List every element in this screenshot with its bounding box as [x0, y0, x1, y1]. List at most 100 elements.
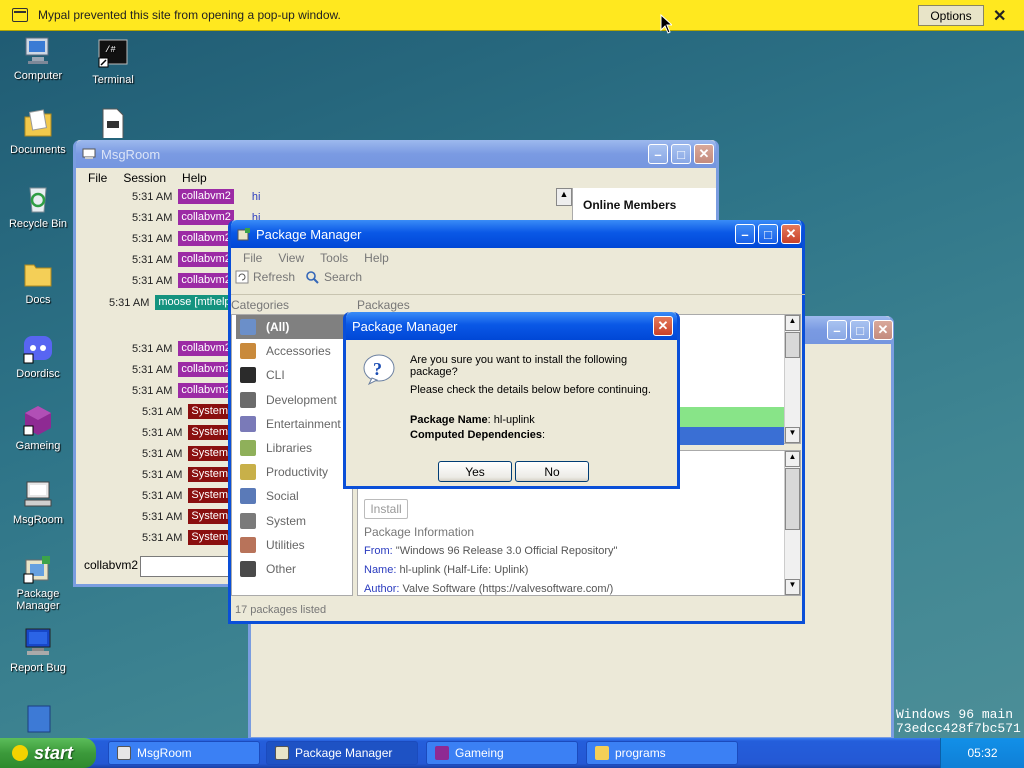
desktop-icon-report-bug[interactable]: Report Bug: [0, 626, 76, 674]
message-row: 5:31 AM collabvm2 hi: [132, 188, 260, 205]
category-social[interactable]: Social: [236, 484, 352, 508]
desktop-icon-documents[interactable]: Documents: [0, 108, 76, 156]
message-user-tag[interactable]: System: [188, 509, 232, 524]
category-icon: [240, 536, 256, 553]
dialog-close-button[interactable]: ✕: [653, 316, 673, 336]
message-row: 5:31 AM System: [142, 529, 232, 546]
task-package-manager[interactable]: Package Manager: [266, 741, 418, 765]
message-user-tag[interactable]: collabvm2: [178, 341, 234, 356]
packages-scrollbar[interactable]: ▲ ▼: [784, 315, 800, 443]
message-user-tag[interactable]: moose [mthelp: [155, 295, 234, 310]
start-button[interactable]: start: [0, 738, 96, 768]
popup-bar-close-icon[interactable]: ✕: [993, 6, 1006, 26]
desktop-icon-terminal[interactable]: /# Terminal: [75, 38, 151, 86]
message-user-tag[interactable]: collabvm2: [178, 362, 234, 377]
category-label: Libraries: [266, 441, 313, 455]
message-user-tag[interactable]: collabvm2: [178, 189, 234, 204]
message-user-tag[interactable]: System: [188, 446, 232, 461]
info-from-label: From:: [364, 545, 393, 557]
message-user-tag[interactable]: collabvm2: [178, 252, 234, 267]
msgroom-titlebar[interactable]: MsgRoom – □ ✕: [76, 140, 716, 168]
msgroom-icon: [22, 478, 54, 510]
category-other[interactable]: Other: [236, 557, 352, 581]
message-user-tag[interactable]: collabvm2: [178, 231, 234, 246]
task-msgroom[interactable]: MsgRoom: [108, 741, 260, 765]
category-icon: [240, 367, 256, 384]
close-button[interactable]: ✕: [694, 144, 714, 164]
desktop-icon-msgroom[interactable]: MsgRoom: [0, 478, 76, 526]
desktop-icon-gameing[interactable]: Gameing: [0, 404, 76, 452]
desktop-icon-recycle-bin[interactable]: Recycle Bin: [0, 182, 76, 230]
menu-help[interactable]: Help: [356, 251, 397, 265]
message-user-tag[interactable]: System: [188, 467, 232, 482]
category-development[interactable]: Development: [236, 388, 352, 412]
dialog-titlebar[interactable]: Package Manager ✕: [346, 312, 677, 340]
popup-blocker-bar: Mypal prevented this site from opening a…: [0, 0, 1024, 31]
message-row: 5:31 AM System: [142, 403, 232, 420]
category-icon: [240, 561, 256, 577]
desktop-icon-unlabeled-file[interactable]: [75, 108, 151, 138]
message-user-tag[interactable]: collabvm2: [178, 383, 234, 398]
message-user-tag[interactable]: System: [188, 530, 232, 545]
desktop-icon-partial[interactable]: [0, 702, 76, 736]
menu-session[interactable]: Session: [115, 171, 174, 185]
category-utilities[interactable]: Utilities: [236, 533, 352, 557]
menu-view[interactable]: View: [270, 251, 312, 265]
categories-list[interactable]: (All) Accessories CLI Development Entertainm…: [231, 314, 353, 596]
category-accessories[interactable]: Accessories: [236, 339, 352, 363]
message-time: 5:31 AM: [132, 384, 173, 397]
maximize-button[interactable]: □: [671, 144, 691, 164]
menu-help[interactable]: Help: [174, 171, 215, 185]
message-user-tag[interactable]: collabvm2: [178, 273, 234, 288]
category-cli[interactable]: CLI: [236, 363, 352, 387]
category-label: (All): [266, 320, 290, 334]
message-user-tag[interactable]: collabvm2: [178, 210, 234, 225]
message-user-tag[interactable]: System: [188, 404, 232, 419]
category-entertainment[interactable]: Entertainment: [236, 412, 352, 436]
message-user-tag[interactable]: System: [188, 425, 232, 440]
menu-file[interactable]: File: [80, 171, 115, 185]
file-icon: [97, 108, 129, 138]
desktop-icon-label: Gameing: [15, 440, 61, 452]
category-icon: [240, 391, 256, 408]
task-label: Gameing: [455, 746, 504, 760]
info-scrollbar[interactable]: ▲ ▼: [784, 451, 800, 595]
package-manager-titlebar[interactable]: Package Manager – □ ✕: [231, 220, 802, 248]
yes-button[interactable]: Yes: [438, 461, 512, 482]
desktop-icon-label: Terminal: [92, 74, 134, 86]
minimize-button[interactable]: –: [648, 144, 668, 164]
message-user-tag[interactable]: System: [188, 488, 232, 503]
menu-file[interactable]: File: [235, 251, 270, 265]
taskbar: start MsgRoom Package Manager Gameing pr…: [0, 738, 1024, 768]
category-libraries[interactable]: Libraries: [236, 436, 352, 460]
status-bar: 17 packages listed: [235, 604, 327, 616]
category-productivity[interactable]: Productivity: [236, 460, 352, 484]
message-input[interactable]: [140, 556, 230, 577]
category-system[interactable]: System: [236, 509, 352, 533]
maximize-button[interactable]: □: [758, 224, 778, 244]
category-all[interactable]: (All): [236, 315, 352, 339]
no-button[interactable]: No: [515, 461, 589, 482]
category-icon: [240, 415, 256, 432]
menu-tools[interactable]: Tools: [312, 251, 356, 265]
desktop-icon-doordisc[interactable]: Doordisc: [0, 332, 76, 380]
maximize-button[interactable]: □: [850, 320, 870, 340]
confirm-dialog[interactable]: Package Manager ✕ ? Are you sure you wan…: [343, 312, 680, 489]
system-tray-clock[interactable]: 05:32: [940, 738, 1024, 768]
desktop-icon-docs[interactable]: Docs: [0, 258, 76, 306]
close-button[interactable]: ✕: [873, 320, 893, 340]
package-name-label: Package Name: [410, 414, 488, 426]
desktop-icon-computer[interactable]: Computer: [0, 34, 76, 82]
close-button[interactable]: ✕: [781, 224, 801, 244]
search-button[interactable]: Search: [305, 270, 362, 284]
info-name-label: Name:: [364, 564, 397, 576]
task-programs[interactable]: programs: [586, 741, 738, 765]
install-button[interactable]: Install: [364, 499, 408, 519]
desktop-icon-package-manager[interactable]: Package Manager: [0, 552, 76, 612]
msg-scroll-up[interactable]: ▲: [556, 188, 572, 206]
minimize-button[interactable]: –: [827, 320, 847, 340]
task-gameing[interactable]: Gameing: [426, 741, 578, 765]
popup-options-button[interactable]: Options: [918, 5, 984, 26]
minimize-button[interactable]: –: [735, 224, 755, 244]
refresh-button[interactable]: Refresh: [235, 270, 295, 284]
